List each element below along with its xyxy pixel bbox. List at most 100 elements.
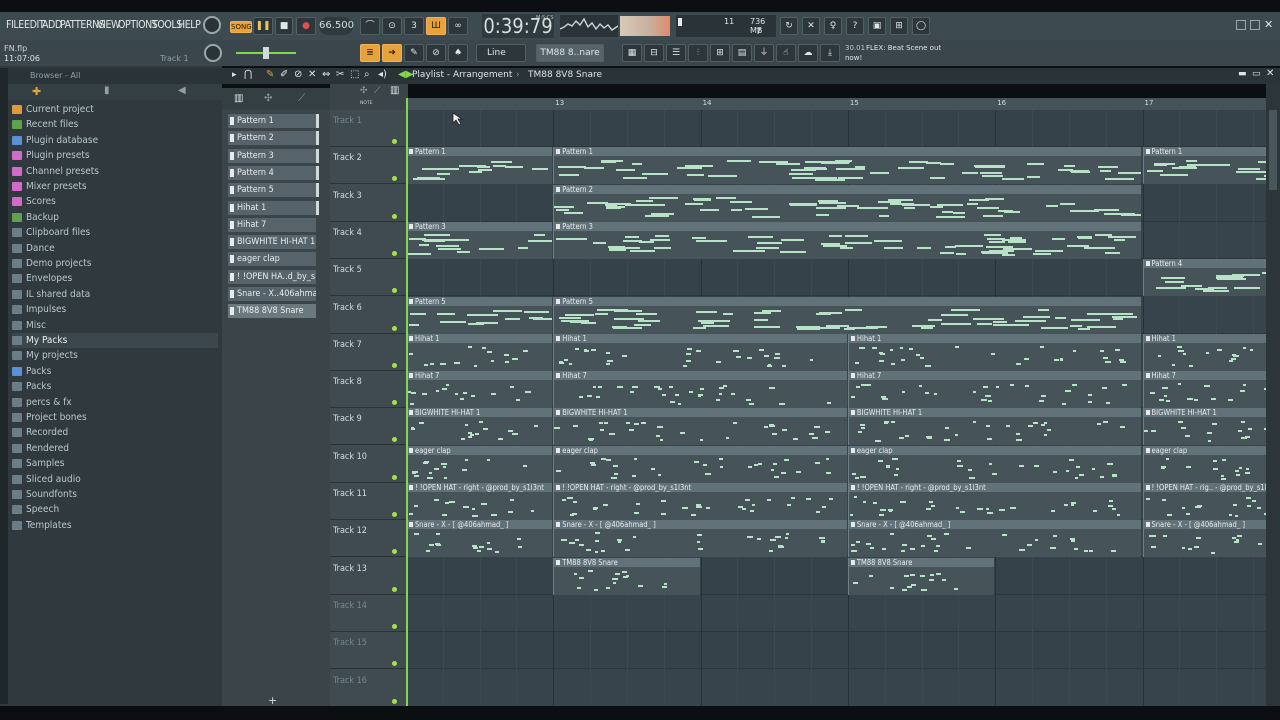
- draw-tool-icon[interactable]: ✎: [404, 44, 424, 62]
- mute-icon[interactable]: ✕: [308, 69, 316, 80]
- pattern-clip[interactable]: ! !OPEN HAT - right - @prod_by_s1l3nt: [847, 483, 1142, 520]
- slice-icon[interactable]: ✂: [336, 69, 344, 80]
- close-icon[interactable]: ✕: [1264, 18, 1273, 31]
- pattern-clip[interactable]: TM88 8V8 Snare: [553, 557, 700, 595]
- browser-item[interactable]: percs & fx: [12, 395, 218, 410]
- track-mute-led[interactable]: [392, 437, 397, 443]
- pattern-clip[interactable]: BIGWHITE HI-HAT 1: [1142, 408, 1266, 446]
- track-row[interactable]: [406, 669, 1266, 706]
- playlist-minimize-icon[interactable]: ▬: [1238, 69, 1247, 79]
- pattern-clip[interactable]: Snare - X - [ @406ahmad_ ]: [1142, 520, 1266, 558]
- touch-controller-icon[interactable]: ☝: [776, 44, 796, 62]
- plugin-picker-icon[interactable]: ⫶: [688, 44, 708, 62]
- playback-icon[interactable]: ◂): [378, 69, 387, 80]
- pattern-clip[interactable]: Pattern 4: [1142, 259, 1266, 297]
- track-mute-led[interactable]: [392, 325, 397, 331]
- browser-item[interactable]: Packs: [12, 364, 218, 379]
- wait-input-button[interactable]: ⊙: [382, 17, 402, 35]
- pattern-item[interactable]: ! !OPEN HA..d_by_s1l3nt: [228, 269, 316, 284]
- pattern-clip[interactable]: Snare - X - [ @406ahmad_ ]: [406, 520, 553, 558]
- channel-rack-icon[interactable]: ⊟: [644, 44, 664, 62]
- track-mute-led[interactable]: [392, 512, 397, 517]
- track-row[interactable]: [406, 632, 1266, 670]
- track-header[interactable]: Track 11: [330, 483, 406, 520]
- delete-icon[interactable]: ⊘: [294, 69, 302, 80]
- pattern-item[interactable]: Pattern 5: [228, 183, 316, 198]
- timeline-ruler[interactable]: 13 14 15 16 17: [406, 98, 1266, 110]
- browser-item[interactable]: Templates: [12, 518, 218, 533]
- track-mute-led[interactable]: [392, 213, 397, 219]
- piano-icon[interactable]: ▥: [234, 93, 243, 104]
- browser-item[interactable]: Mixer presets: [12, 179, 218, 194]
- pattern-clip[interactable]: Hihat 7: [406, 371, 553, 409]
- track-mute-led[interactable]: [392, 586, 397, 592]
- arrow-right-icon[interactable]: ➜: [382, 44, 402, 62]
- pattern-clip[interactable]: BIGWHITE HI-HAT 1: [847, 408, 1142, 446]
- browser-item[interactable]: IL shared data: [12, 287, 218, 302]
- play-button[interactable]: ❚❚: [253, 17, 273, 35]
- browser-item[interactable]: My Packs: [12, 333, 218, 348]
- pattern-clip[interactable]: ! !OPEN HAT - right - @prod_by_s1l3nt: [406, 483, 553, 520]
- browser-item[interactable]: Clipboard files: [12, 225, 218, 240]
- stop-button[interactable]: ■: [275, 17, 293, 35]
- browser-item[interactable]: Plugin presets: [12, 148, 218, 163]
- tools-icon[interactable]: ✕: [802, 17, 820, 35]
- snap-select[interactable]: Line: [476, 44, 526, 62]
- browser-add-icon[interactable]: ✚: [32, 85, 41, 98]
- pattern-clip[interactable]: TM88 8V8 Snare: [847, 557, 995, 595]
- pattern-item[interactable]: Pattern 3: [228, 148, 316, 163]
- pattern-clip[interactable]: eager clap: [406, 445, 553, 483]
- zoom-icon[interactable]: ⌕: [364, 69, 370, 80]
- track-row[interactable]: [406, 594, 1266, 632]
- track-mute-led[interactable]: [392, 661, 397, 667]
- browser-item[interactable]: Soundfonts: [12, 487, 218, 502]
- browser-item[interactable]: Channel presets: [12, 164, 218, 179]
- track-header[interactable]: Track 16: [330, 670, 406, 707]
- stretch-icon[interactable]: ⟋: [374, 86, 380, 96]
- browser-item[interactable]: Demo projects: [12, 256, 218, 271]
- track-header[interactable]: Track 2: [330, 147, 406, 185]
- browser-file-icon[interactable]: ▮: [104, 85, 110, 96]
- menu-file[interactable]: FILE: [6, 19, 24, 31]
- pattern-clip[interactable]: Pattern 1: [553, 147, 1142, 185]
- track-header[interactable]: Track 15: [330, 632, 406, 670]
- menu-view[interactable]: VIEW: [97, 19, 120, 31]
- browser-item[interactable]: Scores: [12, 194, 218, 209]
- pattern-item[interactable]: Pattern 1: [228, 114, 316, 128]
- browser-item[interactable]: Current project: [12, 102, 218, 117]
- browser-item[interactable]: Backup: [12, 210, 218, 225]
- playlist-menu-arrow-icon[interactable]: ▸: [232, 70, 237, 80]
- pattern-clip[interactable]: Hihat 7: [553, 371, 847, 409]
- file-icon[interactable]: ▤: [732, 44, 752, 62]
- track-header[interactable]: Track 12: [330, 520, 406, 558]
- browser-item[interactable]: Envelopes: [12, 271, 218, 286]
- pattern-clip[interactable]: Hihat 7: [847, 371, 1142, 409]
- pattern-item[interactable]: Pattern 4: [228, 165, 316, 180]
- select-icon[interactable]: ⬚: [350, 69, 359, 80]
- track-mute-led[interactable]: [392, 474, 397, 480]
- track-mute-led[interactable]: [392, 549, 397, 555]
- browser-item[interactable]: Recent files: [12, 117, 218, 132]
- browser-item[interactable]: Rendered: [12, 441, 218, 456]
- browser-item[interactable]: Sliced audio: [12, 472, 218, 487]
- pattern-clip[interactable]: Snare - X - [ @406ahmad_ ]: [553, 520, 847, 558]
- browser-item[interactable]: Recorded: [12, 425, 218, 440]
- pattern-clip[interactable]: BIGWHITE HI-HAT 1: [406, 408, 553, 446]
- mixer-view-icon[interactable]: ☰: [666, 44, 686, 62]
- menu-add[interactable]: ADD: [42, 19, 62, 31]
- pattern-clip[interactable]: Pattern 1: [1142, 147, 1266, 185]
- browser-item[interactable]: Speech: [12, 502, 218, 517]
- playlist-maximize-icon[interactable]: ▭: [1252, 69, 1261, 79]
- track-row[interactable]: [406, 110, 1266, 147]
- playhead[interactable]: [406, 98, 408, 706]
- loop-record-button[interactable]: ∞: [448, 17, 468, 35]
- track-header[interactable]: Track 4: [330, 222, 406, 259]
- pattern-clip[interactable]: eager clap: [1142, 445, 1266, 483]
- pattern-item[interactable]: Pattern 2: [228, 131, 316, 146]
- track-header[interactable]: Track 10: [330, 446, 406, 483]
- pattern-clip[interactable]: Hihat 1: [553, 333, 847, 371]
- pattern-clip[interactable]: Pattern 2: [553, 184, 1142, 222]
- slider-handle[interactable]: [263, 47, 269, 59]
- pattern-clip[interactable]: Hihat 1: [1142, 333, 1266, 371]
- track-header[interactable]: Track 6: [330, 297, 406, 334]
